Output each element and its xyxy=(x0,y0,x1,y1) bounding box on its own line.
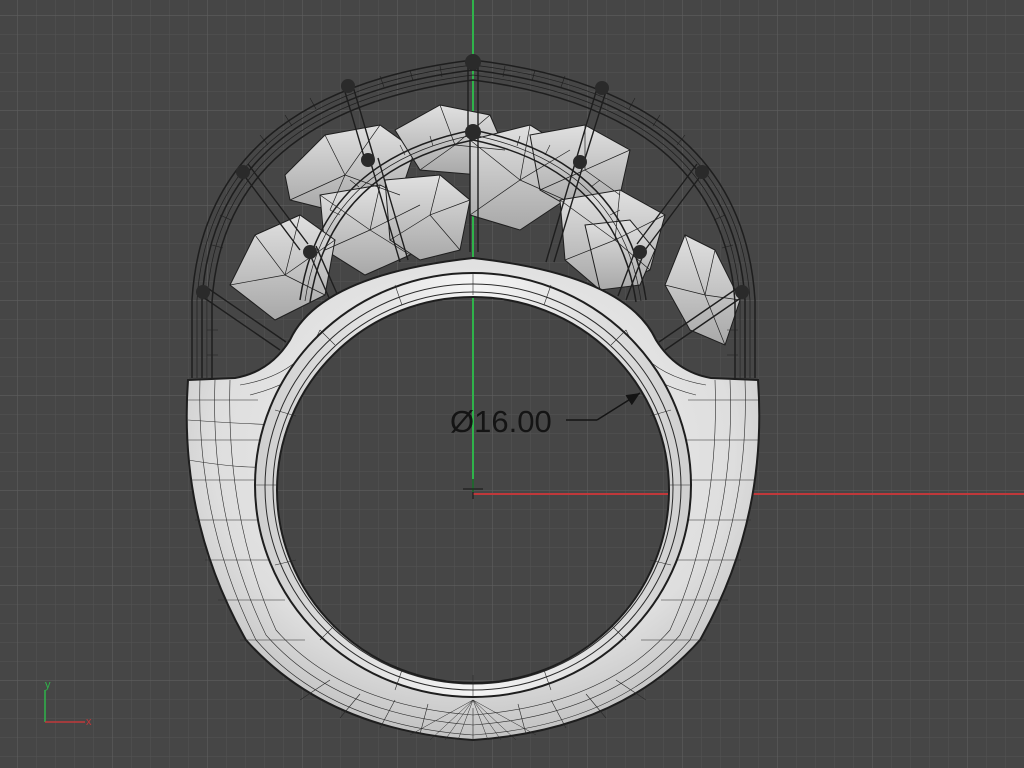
dimension-label: Ø16.00 xyxy=(450,404,552,439)
axis-x-label: x xyxy=(86,716,92,728)
axis-y-label: y xyxy=(45,679,51,691)
rhino-viewport[interactable]: Ø16.00 y x xyxy=(0,0,1024,768)
